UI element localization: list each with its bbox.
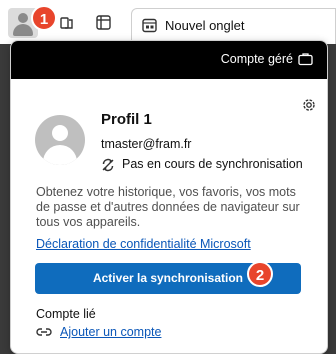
sync-status-text: Pas en cours de synchronisation (122, 157, 303, 171)
link-icon (36, 328, 52, 336)
add-account-link[interactable]: Ajouter un compte (60, 325, 161, 339)
sync-description: Obtenez votre historique, vos favoris, v… (36, 185, 300, 229)
callout-badge-1: 1 (31, 5, 57, 31)
tab-title: Nouvel onglet (165, 18, 245, 33)
profile-name: Profil 1 (101, 111, 152, 128)
briefcase-icon (298, 53, 313, 66)
tab-actions-icon[interactable] (96, 15, 111, 30)
new-tab-page-icon (142, 18, 157, 33)
sync-icon (102, 158, 114, 172)
profile-flyout: Compte géré Profil 1 tmaster@fram.fr Pas… (10, 40, 328, 354)
tab-strip: 1 Nouvel onglet (0, 0, 336, 44)
managed-account-label: Compte géré (220, 52, 293, 66)
linked-account-label: Compte lié (36, 307, 96, 321)
settings-icon[interactable] (301, 97, 317, 113)
profile-icon (18, 13, 28, 23)
avatar (35, 115, 85, 165)
managed-account-bar: Compte géré (11, 41, 327, 79)
profile-email: tmaster@fram.fr (101, 137, 192, 151)
callout-badge-2: 2 (247, 261, 273, 287)
workspaces-icon[interactable] (60, 16, 74, 30)
tab-new-tab[interactable]: Nouvel onglet (131, 8, 336, 44)
privacy-statement-link[interactable]: Déclaration de confidentialité Microsoft (36, 237, 251, 251)
